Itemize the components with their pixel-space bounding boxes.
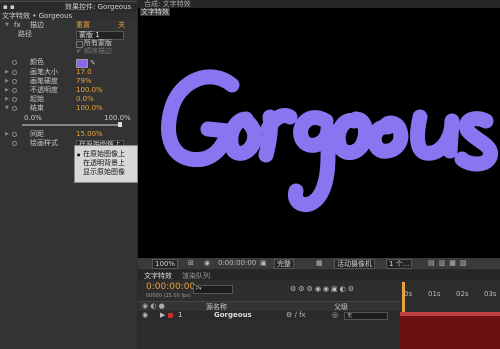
end-slider-handle[interactable] [118, 122, 122, 127]
stopwatch-icon[interactable] [12, 70, 17, 75]
visibility-header-icon: ◉ ◐ ● [142, 302, 165, 310]
start-label: 起始 [30, 95, 44, 103]
spacing-row: ▶ 间距 15.00% [0, 130, 137, 139]
viewer-toolbar: 100% ⊞ ◉ 0:00:00:00 ▣ 完整 ▦ 活动摄像机 1 个... … [138, 258, 500, 269]
camera-dropdown[interactable]: 活动摄像机 [334, 259, 375, 269]
sequential-checkbox[interactable]: ✔ [76, 47, 82, 56]
brush-hardness-label: 画笔硬度 [30, 77, 58, 85]
timeline-switch-icons[interactable]: ⚙⚙⚙◉◉▣◐⚙ [290, 285, 356, 293]
color-label: 颜色 [30, 58, 44, 66]
brush-size-row: ▶ 画笔大小 17.0 [0, 68, 137, 77]
expand-triangle-icon[interactable]: ▶ [160, 311, 165, 319]
parent-dropdown[interactable]: 无 [344, 312, 388, 320]
timeline-timecode[interactable]: 0:00:00:00 [146, 282, 195, 292]
expand-triangle-icon[interactable]: ▶ [5, 95, 9, 104]
end-label: 结束 [30, 104, 44, 112]
reset-link[interactable]: 重置 [76, 21, 90, 30]
start-value[interactable]: 0.0% [76, 95, 94, 104]
brush-size-value[interactable]: 17.0 [76, 68, 92, 77]
panel-header: 文字特效 • Gorgeous [0, 12, 139, 20]
tick-label: 02s [456, 290, 469, 298]
stopwatch-icon[interactable] [12, 97, 17, 102]
path-label: 路径 [18, 30, 32, 38]
project-tab[interactable]: ▪ ▪ [0, 1, 63, 12]
comp-subtab[interactable]: 文字特效 [140, 8, 170, 16]
quality-dropdown[interactable]: 完整 [274, 259, 294, 269]
fx-icon[interactable]: fx [14, 21, 21, 30]
layer-header-row: ◉ ◐ ● 源名称 父级 [138, 301, 400, 311]
brush-hardness-row: ▶ 画笔硬度 79% [0, 77, 137, 86]
spacing-value[interactable]: 15.00% [76, 130, 103, 139]
slider-min-label: 0.0% [24, 114, 42, 122]
layer-duration-bar-top [400, 312, 500, 316]
tick-label: 0s [404, 290, 413, 298]
menu-item-on-original[interactable]: 在原始图像上 [75, 150, 137, 159]
gorgeous-stroke-text [161, 69, 498, 212]
timeline-fps: 00000 (25.00 fps) [146, 293, 191, 299]
zoom-dropdown[interactable]: 100% [152, 259, 179, 269]
menu-item-on-transparent[interactable]: 在透明背景上 [75, 159, 137, 168]
stopwatch-icon[interactable] [12, 141, 17, 146]
color-swatch[interactable] [76, 59, 88, 68]
eye-icon[interactable]: ◉ [142, 311, 148, 319]
expand-triangle-icon[interactable]: ▶ [5, 86, 9, 95]
stopwatch-icon[interactable] [12, 132, 17, 137]
start-row: ▶ 起始 0.0% [0, 95, 137, 104]
end-slider-track[interactable] [22, 124, 122, 126]
layer-color-label[interactable] [168, 313, 173, 318]
expand-triangle-icon[interactable]: ▶ [5, 68, 9, 77]
stopwatch-icon[interactable] [12, 79, 17, 84]
timeline-tab-render-queue[interactable]: 渲染队列 [182, 271, 210, 281]
expand-triangle-icon[interactable]: ▼ [5, 104, 9, 113]
tick-label: 01s [428, 290, 441, 298]
tick-label: 03s [484, 290, 497, 298]
opacity-row: ▶ 不透明度 100.0% [0, 86, 137, 95]
path-row: 路径 蒙版 1 [0, 30, 137, 40]
effect-row-stroke[interactable]: ▼ fx 描边 重置 关 [0, 21, 137, 30]
parent-pickwhip-icon[interactable]: ◎ [332, 311, 338, 319]
menu-item-reveal-original[interactable]: 显示原始图像 [75, 168, 137, 177]
eyedropper-icon[interactable]: ✎ [90, 59, 96, 68]
expand-triangle-icon[interactable]: ▶ [5, 130, 9, 139]
brush-size-label: 画笔大小 [30, 68, 58, 76]
opacity-label: 不透明度 [30, 86, 58, 94]
sequential-row: ✔ 顺序描边 [0, 47, 137, 56]
end-slider-labels: 0.0% 100.0% [0, 114, 137, 123]
stopwatch-icon[interactable] [12, 88, 17, 93]
paint-style-label: 绘画样式 [30, 139, 58, 147]
view-options-icons[interactable]: ▤▥▦▧ [428, 258, 470, 269]
layer-index: 1 [178, 311, 183, 319]
layer-switch-icons[interactable]: ⚙ ∕ fx [286, 311, 306, 319]
stopwatch-icon[interactable] [12, 60, 17, 65]
color-row: 颜色 ✎ [0, 58, 137, 68]
spacing-label: 间距 [30, 130, 44, 138]
effect-controls-tab[interactable]: 效果控件: Gorgeous [62, 1, 137, 12]
viewer-tab[interactable]: 合成: 文字特效 [144, 0, 191, 8]
view-layout-dropdown[interactable]: 1 个... [386, 259, 413, 269]
layer-row[interactable]: ◉ ▶ 1 Gorgeous ⚙ ∕ fx ◎ 无 [138, 311, 400, 320]
layer-duration-bar[interactable] [400, 312, 500, 349]
layer-name[interactable]: Gorgeous [214, 311, 252, 319]
effect-name: 描边 [30, 21, 44, 29]
end-row: ▼ 结束 100.0% [0, 104, 137, 113]
timeline-tab-comp[interactable]: 文字特效 [144, 271, 172, 281]
timecode-display[interactable]: 0:00:00:00 [218, 258, 256, 269]
viewer-tab-bar: 合成: 文字特效 [138, 0, 500, 8]
end-value[interactable]: 100.0% [76, 104, 103, 113]
sequential-label: 顺序描边 [84, 47, 112, 55]
stopwatch-icon[interactable] [12, 106, 17, 111]
opacity-value[interactable]: 100.0% [76, 86, 103, 95]
about-link[interactable]: 关 [118, 21, 125, 30]
snapshot-icon[interactable]: ▣ [260, 258, 267, 269]
region-icon[interactable]: ▦ [316, 258, 323, 269]
brush-hardness-value[interactable]: 79% [76, 77, 92, 86]
expand-triangle-icon[interactable]: ▶ [5, 77, 9, 86]
timeline-tabs: 文字特效 渲染队列 [138, 270, 500, 280]
expand-triangle-icon[interactable]: ▼ [5, 21, 9, 30]
paint-style-menu: 在原始图像上 在透明背景上 显示原始图像 [74, 145, 138, 183]
camera-icon[interactable]: ◉ [204, 258, 210, 269]
grid-icon[interactable]: ⊞ [188, 258, 194, 269]
timeline-search-input[interactable]: P▾ [193, 285, 233, 294]
